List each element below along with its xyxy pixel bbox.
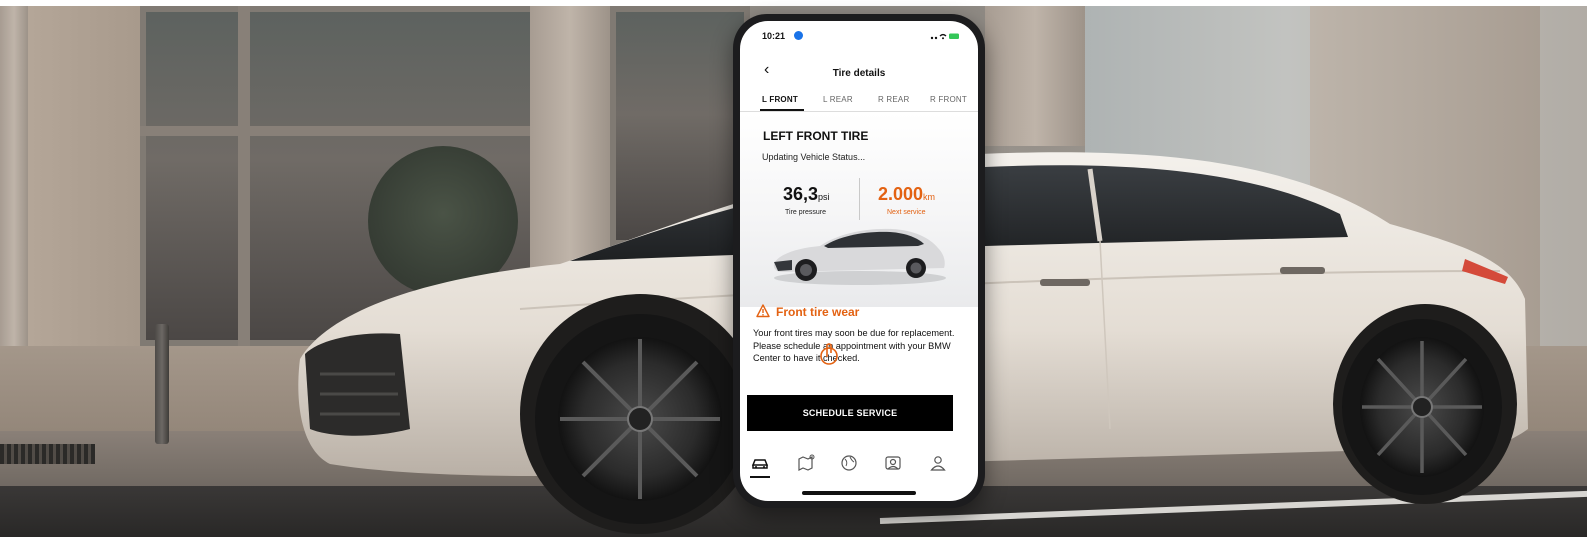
page-title: Tire details xyxy=(832,68,886,79)
signal-battery-icon xyxy=(930,33,959,40)
tab-r-rear[interactable]: R REAR xyxy=(878,95,909,104)
service-label: Next service xyxy=(887,209,926,216)
app-screen: 10:21 ‹ Tire details L FRONT L REAR R RE… xyxy=(740,21,978,501)
status-time: 10:21 xyxy=(762,31,786,41)
metric-divider xyxy=(859,178,860,220)
map-icon[interactable] xyxy=(797,454,815,472)
active-tab-underline xyxy=(750,476,770,478)
tire-info-panel: LEFT FRONT TIRE Updating Vehicle Status.… xyxy=(740,112,978,307)
service-unit: km xyxy=(923,192,936,202)
bottom-tab-bar xyxy=(740,446,978,482)
active-tab-indicator xyxy=(760,109,804,111)
warning-body: Your front tires may soon be due for rep… xyxy=(753,328,955,364)
service-icon[interactable] xyxy=(884,454,902,472)
car-icon[interactable] xyxy=(751,454,769,472)
tab-l-rear[interactable]: L REAR xyxy=(823,95,853,104)
schedule-service-button[interactable]: SCHEDULE SERVICE xyxy=(747,395,953,431)
profile-icon[interactable] xyxy=(929,454,947,472)
tap-gesture-icon xyxy=(820,343,838,365)
service-number: 2.000 xyxy=(878,184,924,204)
tire-tabs: L FRONT L REAR R REAR R FRONT xyxy=(740,89,978,112)
pressure-label: Tire pressure xyxy=(785,209,826,216)
warning-icon xyxy=(756,304,770,318)
tire-status-text: Updating Vehicle Status... xyxy=(762,152,866,162)
warning-title: Front tire wear xyxy=(776,305,860,319)
globe-icon[interactable] xyxy=(840,454,858,472)
pressure-value: 36,3psi xyxy=(783,184,830,205)
pressure-unit: psi xyxy=(818,192,830,202)
pressure-number: 36,3 xyxy=(783,184,819,204)
tire-title: LEFT FRONT TIRE xyxy=(763,129,869,143)
service-value: 2.000km xyxy=(878,184,935,205)
tab-r-front[interactable]: R FRONT xyxy=(930,95,967,104)
phone-mockup: 10:21 ‹ Tire details L FRONT L REAR R RE… xyxy=(733,14,985,508)
status-bar: 10:21 xyxy=(740,21,978,47)
header: ‹ Tire details xyxy=(740,61,978,81)
tab-l-front[interactable]: L FRONT xyxy=(762,95,798,104)
home-indicator[interactable] xyxy=(802,491,916,495)
location-badge xyxy=(794,31,803,40)
vehicle-image xyxy=(773,228,946,285)
